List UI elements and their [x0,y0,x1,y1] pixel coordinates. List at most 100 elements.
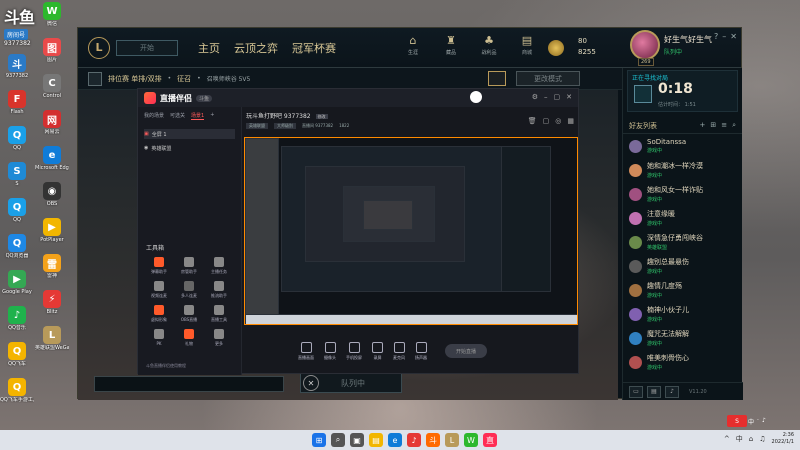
desktop-icon[interactable]: Q QQ浏览器 [2,234,32,268]
tab-my-scenes[interactable]: 我的场景 [144,112,164,120]
settings-icon[interactable]: ⚙ [532,93,538,101]
add-friend-icon[interactable]: + [699,121,705,130]
mission-icon[interactable]: ▤ [647,385,661,398]
close-icon[interactable]: ✕ [730,32,737,41]
desktop-icon[interactable]: QQQ飞车手游工具 [0,378,34,412]
tutorial-link[interactable]: 斗鱼直播伴侣使用教程 [146,363,186,369]
desktop-icon[interactable]: SS [2,162,32,196]
desktop-icon[interactable]: 网网易云 [37,110,67,144]
nav-collection[interactable]: ♜ 藏品 [438,33,464,57]
close-icon[interactable]: ✕ [566,93,572,101]
avatar[interactable]: 269 [630,30,660,66]
lol-logo-icon[interactable]: L [88,36,110,59]
desktop-icon[interactable]: e Microsoft Edge [35,146,69,180]
nav-tft[interactable]: 云顶之弈 [234,40,278,56]
desktop-icon[interactable]: 雷雷神 [37,254,67,288]
desktop-icon[interactable]: Q QQ [2,126,32,160]
delete-icon[interactable]: 🗑 [528,117,537,125]
ime-mic-icon[interactable]: ♪ [762,417,766,426]
tray-overflow-icon[interactable]: ^ [724,435,730,443]
friend-item[interactable]: 深情急仔勇闯峡谷 英雄联盟 [623,230,742,254]
rune-edit-button[interactable] [488,71,506,86]
nav-store[interactable]: ▤ 商城 [514,33,540,57]
maximize-icon[interactable]: ▢ [554,93,561,101]
clock[interactable]: 2:36 2022/1/1 [772,432,794,446]
desktop-icon[interactable]: ⚡ Blitz [37,290,67,324]
taskbar-app-icon[interactable]: W [464,433,478,447]
desktop-icon[interactable]: Q QQ [2,198,32,232]
friend-item[interactable]: 趣别总最悬伤 游戏中 [623,254,742,278]
play-button[interactable]: 开始 [116,39,178,56]
stream-tool-button[interactable]: 麦克风 [393,341,405,361]
layout-icon[interactable]: ▦ [567,117,574,125]
volume-icon[interactable]: ♫ [759,435,765,443]
nav-profile[interactable]: ⌂ 生涯 [400,33,426,57]
tray-ime-icon[interactable]: 中 [736,434,743,444]
desktop-icon[interactable]: ▶ Google Play [2,270,32,304]
stream-tool-button[interactable]: 直播画面 [298,341,314,361]
tool-item[interactable]: OBS直播 [174,305,204,323]
tool-item[interactable]: 主播任务 [204,257,234,275]
search-icon[interactable]: ⌕ [732,121,736,130]
tool-item[interactable]: 弹幕助手 [144,257,174,275]
tool-item[interactable]: 推流助手 [204,281,234,299]
desktop-icon[interactable]: Q QQ飞车 [2,342,32,376]
help-icon[interactable]: ? [714,32,718,41]
tool-item[interactable]: 礼物 [174,329,204,347]
desktop-icon[interactable]: 斗 9377382 [2,54,32,88]
stream-tool-button[interactable]: 摄像头 [324,341,336,361]
friend-item[interactable]: 唯美刺骨伤心 游戏中 [623,350,742,374]
tool-item[interactable]: 虚拟形象 [144,305,174,323]
minimize-icon[interactable]: – [544,93,548,101]
desktop-icon[interactable]: F Flash [2,90,32,124]
desktop-icon[interactable]: ♪ QQ音乐 [2,306,32,340]
scene-item-lol[interactable]: ◉ 英雄联盟 [144,143,235,153]
friend-item[interactable]: 她和风女一样诈贴 游戏中 [623,182,742,206]
queue-status-button[interactable]: ✕ 队列中 [300,373,402,393]
eye-icon[interactable]: ◎ [555,117,561,125]
tool-item[interactable]: 多人连麦 [174,281,204,299]
lock-icon[interactable]: ▢ [543,117,550,125]
friend-item[interactable]: 注意缘暖 游戏中 [623,206,742,230]
lobby-chat-input[interactable] [94,376,284,392]
friend-item[interactable]: 楠神小伙子儿 游戏中 [623,302,742,326]
stream-preview[interactable] [244,137,578,325]
stream-tool-button[interactable]: 扬声器 [415,341,427,361]
nav-clash[interactable]: 冠军杯赛 [292,40,336,56]
tool-item[interactable]: 直播工具 [204,305,234,323]
nav-loot[interactable]: ♣ 战利品 [476,33,502,57]
scene-item-fullscreen[interactable]: ▣ 全屏 1 [144,129,235,139]
taskbar-app-icon[interactable]: 斗 [426,433,440,447]
taskbar-app-icon[interactable]: ♪ [407,433,421,447]
friend-item[interactable]: 她和潮冰一样冷漠 游戏中 [623,158,742,182]
tool-item[interactable]: 更多 [204,329,234,347]
desktop-icon[interactable]: ◉ OBS [37,182,67,216]
change-mode-button[interactable]: 更改模式 [516,71,580,86]
friend-item[interactable]: 趣情几度殇 游戏中 [623,278,742,302]
taskbar-app-icon[interactable]: ▤ [369,433,383,447]
desktop-icon[interactable]: L英雄联盟WeGame版 [35,326,69,360]
start-live-button[interactable]: 开始直播 [445,344,487,358]
taskbar-app-icon[interactable]: L [445,433,459,447]
desktop-icon[interactable]: ▶ PotPlayer [37,218,67,252]
friend-item[interactable]: 魔咒无法解解 游戏中 [623,326,742,350]
sougou-ime-icon[interactable]: S [727,415,747,427]
add-folder-icon[interactable]: ⊞ [710,121,716,130]
ime-mode-icon[interactable]: 中 [748,417,754,426]
desktop-icon[interactable]: C Control [37,74,67,108]
profile-area[interactable]: 269 好生气好生气 队列中 [630,30,712,66]
cancel-queue-icon[interactable]: ✕ [303,375,319,391]
chat-icon[interactable]: ▭ [629,385,643,398]
nav-home[interactable]: 主页 [198,40,220,56]
tool-item[interactable]: 视频连麦 [144,281,174,299]
ime-punct-icon[interactable]: · [757,417,759,426]
taskbar-app-icon[interactable]: ⊞ [312,433,326,447]
tool-item[interactable]: PK [144,329,174,347]
taskbar-app-icon[interactable]: e [388,433,402,447]
tab-scene-1[interactable]: 场景1 [191,112,205,120]
voice-icon[interactable]: ♪ [665,385,679,398]
network-icon[interactable]: ⌂ [749,435,753,443]
minimize-icon[interactable]: – [722,32,726,41]
user-avatar-icon[interactable] [470,91,482,103]
list-icon[interactable]: ≡ [721,121,727,130]
